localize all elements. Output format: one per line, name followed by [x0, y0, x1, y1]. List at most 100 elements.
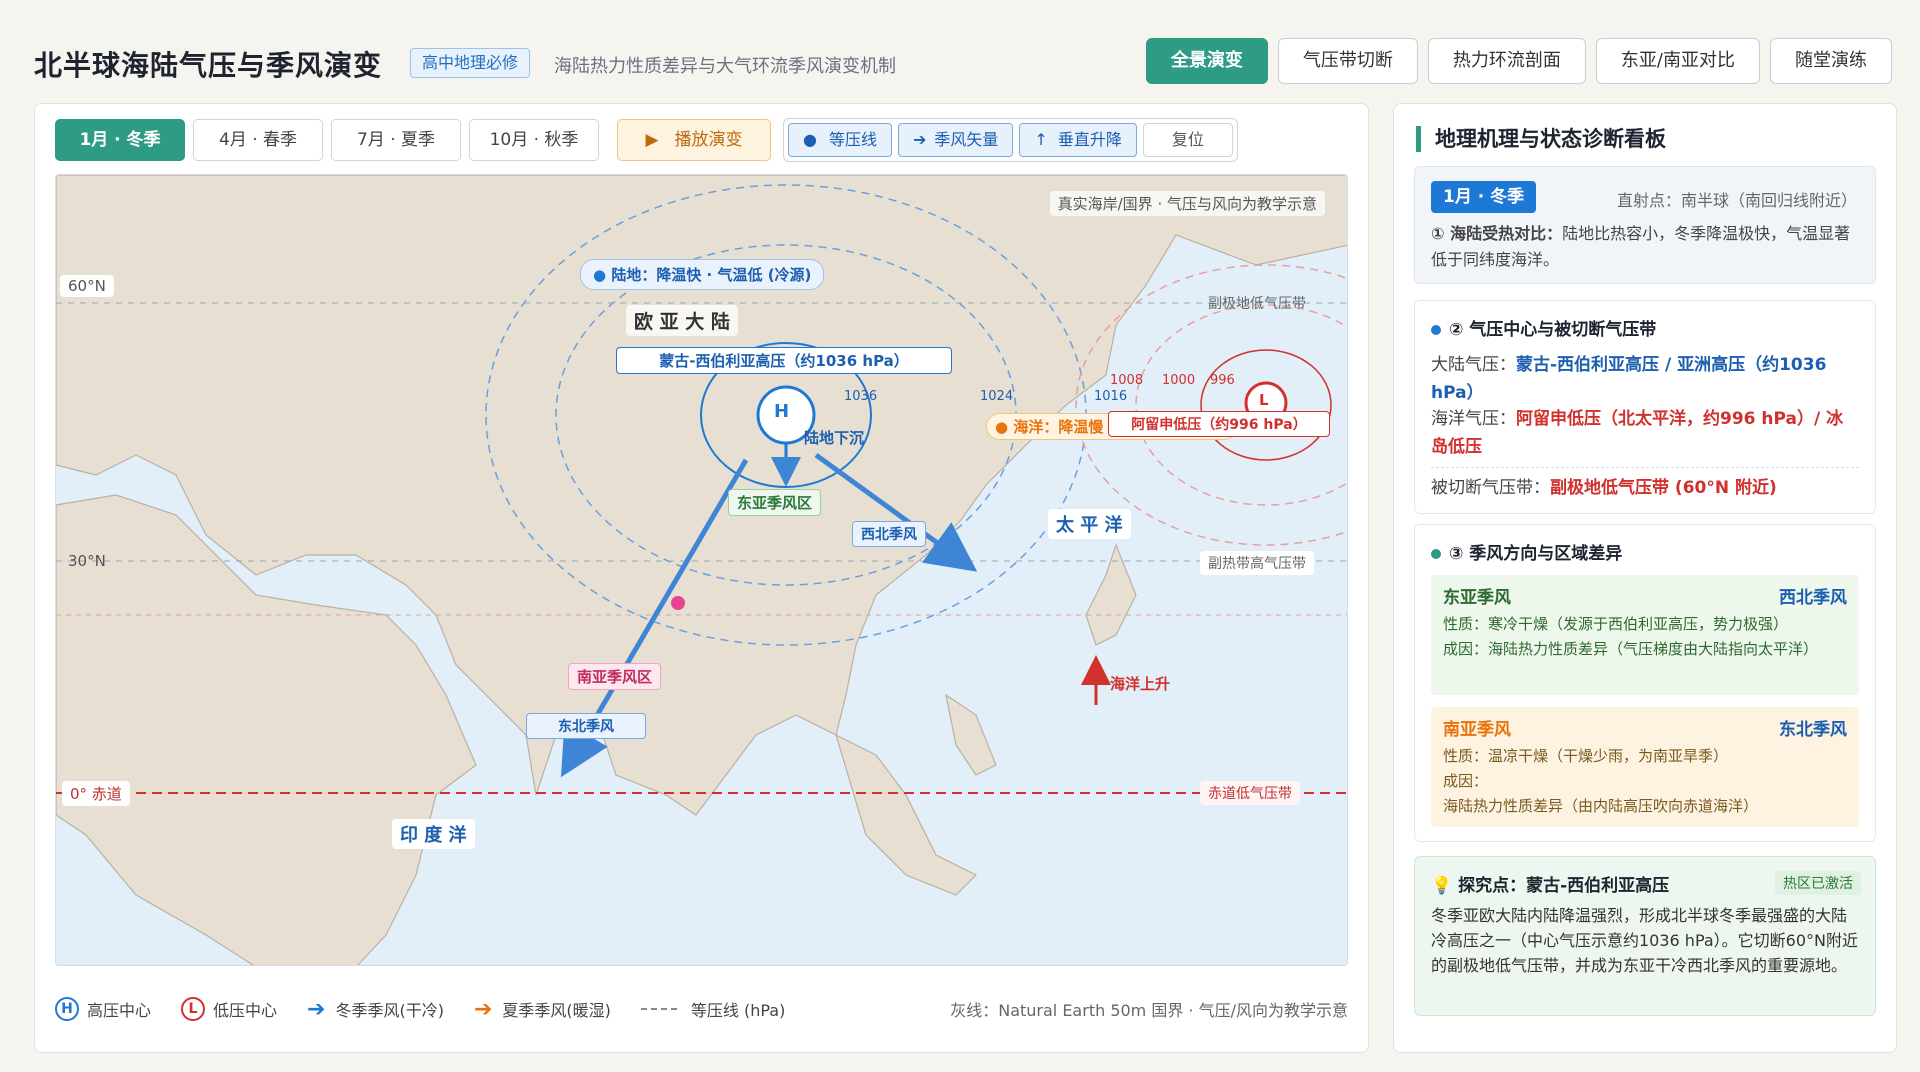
- legend-summer: ➔ 夏季季风(暖湿): [474, 997, 611, 1022]
- ocean-rise-label: 海洋上升: [1110, 675, 1171, 693]
- legend-note: 灰线：Natural Earth 50m 国界 · 气压/风向为教学示意: [950, 1001, 1348, 1020]
- land-tag-text: 陆地：降温快 · 气温低 (冷源): [611, 266, 812, 284]
- tab-ea-sa-compare[interactable]: 东亚/南亚对比: [1595, 38, 1760, 84]
- ea-monsoon-zone: 东亚季风区: [728, 489, 822, 516]
- season-jan[interactable]: 1月 · 冬季: [55, 119, 185, 161]
- page-title: 北半球海陆气压与季风演变: [34, 49, 383, 82]
- sa-head: 南亚季风 东北季风: [1443, 715, 1847, 740]
- season-card: 1月 · 冬季 直射点：南半球（南回归线附近） ① 海陆受热对比：陆地比热容小，…: [1414, 166, 1876, 284]
- season-jul[interactable]: 7月 · 夏季: [331, 119, 461, 161]
- high-center-icon[interactable]: H: [774, 401, 789, 422]
- legend-low: L 低压中心: [181, 997, 277, 1021]
- map-legend: H 高压中心 L 低压中心 ➔ 冬季季风(干冷) ➔ 夏季季风(暖湿) 等压线 (hPa…: [55, 994, 1348, 1024]
- ea-name: 东亚季风: [1443, 588, 1511, 608]
- isobar-1036: 1036: [844, 389, 878, 404]
- diagnosis-panel: 地理机理与状态诊断看板 1月 · 冬季 直射点：南半球（南回归线附近） ① 海陆…: [1393, 103, 1897, 1053]
- low-pressure-label: 阿留申低压（约996 hPa）: [1108, 411, 1330, 437]
- sa-direction: 东北季风: [1779, 720, 1847, 740]
- inquiry-text: 冬季亚欧大陆内陆降温强烈，形成北半球冬季最强盛的大陆冷高压之一（中心气压示意约1…: [1431, 906, 1859, 975]
- play-button[interactable]: ▶ 播放演变: [617, 119, 771, 161]
- nw-wind-label: 西北季风: [852, 521, 926, 547]
- lightbulb-icon: 💡: [1431, 876, 1453, 896]
- map-note: 真实海岸/国界 · 气压与风向为教学示意: [1049, 191, 1325, 216]
- sa-nature: 性质：温凉干燥（干燥少雨，为南亚旱季）: [1443, 747, 1729, 765]
- toggle-wind-vectors[interactable]: ➔ 季风矢量: [897, 123, 1014, 157]
- sa-cause-detail: 海陆热力性质差异（由内陆高压吹向赤道海洋）: [1443, 797, 1759, 815]
- sa-cause: 成因：: [1443, 772, 1489, 790]
- tab-pressure-cut[interactable]: 气压带切断: [1277, 38, 1418, 84]
- legend-winter-label: 冬季季风(干冷): [335, 1001, 444, 1020]
- lat-60-label: 60°N: [60, 275, 114, 297]
- low-icon: L: [181, 997, 206, 1021]
- toggle-wind-label: 季风矢量: [934, 130, 999, 149]
- pressure-card: ② 气压中心与被切断气压带 大陆气压：蒙古-西伯利亚高压 / 亚洲高压（约103…: [1414, 300, 1876, 514]
- tab-quiz[interactable]: 随堂演练: [1770, 38, 1892, 84]
- land-tag: ● 陆地：降温快 · 气温低 (冷源): [580, 259, 825, 290]
- low-center-icon[interactable]: L: [1259, 391, 1269, 409]
- dot-icon: [1431, 325, 1441, 335]
- equatorial-belt-label: 赤道低气压带: [1200, 781, 1300, 805]
- tab-thermal-section[interactable]: 热力环流剖面: [1427, 38, 1586, 84]
- heating-contrast: ① 海陆受热对比：陆地比热容小，冬季降温极快，气温显著低于同纬度海洋。: [1431, 221, 1859, 273]
- sink-label: 陆地下沉: [804, 429, 865, 447]
- map-canvas: [56, 175, 1347, 965]
- blue-arrow-icon: ➔: [307, 996, 326, 1022]
- course-badge: 高中地理必修: [410, 48, 531, 78]
- cut-value: 副极地低气压带 (60°N 附近): [1550, 478, 1777, 498]
- side-title: 地理机理与状态诊断看板: [1416, 126, 1666, 152]
- legend-high-label: 高压中心: [87, 1001, 152, 1020]
- legend-winter: ➔ 冬季季风(干冷): [307, 997, 444, 1022]
- subsolar-point: 直射点：南半球（南回归线附近）: [1616, 191, 1857, 210]
- legend-summer-label: 夏季季风(暖湿): [502, 1001, 611, 1020]
- pacific-label: 太 平 洋: [1048, 509, 1131, 539]
- legend-high: H 高压中心: [55, 997, 151, 1021]
- land-key: 大陆气压：: [1431, 355, 1516, 375]
- isobar-996: 996: [1210, 373, 1235, 388]
- isobar-1008: 1008: [1110, 373, 1144, 388]
- toggle-vertical[interactable]: ↑ 垂直升降: [1019, 123, 1137, 157]
- dot-icon: ●: [995, 418, 1009, 436]
- hotspot-badge: 热区已激活: [1775, 871, 1861, 895]
- monsoon-card: ③ 季风方向与区域差异 东亚季风 西北季风 性质：寒冷干燥（发源于西伯利亚高压，势…: [1414, 524, 1876, 842]
- play-label: 播放演变: [674, 130, 743, 150]
- ea-head: 东亚季风 西北季风: [1443, 583, 1847, 608]
- indian-ocean-label: 印 度 洋: [392, 819, 475, 849]
- equator-label: 0° 赤道: [62, 781, 130, 806]
- toggle-vertical-label: 垂直升降: [1057, 130, 1122, 149]
- continent-label: 欧 亚 大 陆: [626, 305, 738, 336]
- ea-cause: 成因：海陆热力性质差异（气压梯度由大陆指向太平洋）: [1443, 640, 1819, 658]
- inquiry-heading: 💡 探究点：蒙古-西伯利亚高压: [1431, 871, 1669, 896]
- pressure-land: 大陆气压：蒙古-西伯利亚高压 / 亚洲高压（约1036 hPa）: [1431, 351, 1859, 407]
- season-apr[interactable]: 4月 · 春季: [193, 119, 323, 161]
- monsoon-heading: ③ 季风方向与区域差异: [1431, 539, 1622, 564]
- top-nav: 全景演变 气压带切断 热力环流剖面 东亚/南亚对比 随堂演练: [1145, 38, 1892, 84]
- season-pill: 1月 · 冬季: [1431, 181, 1537, 213]
- monsoon-map[interactable]: 真实海岸/国界 · 气压与风向为教学示意 60°N 30°N 0° 赤道 ● 陆…: [55, 174, 1348, 966]
- toggle-isobars-label: 等压线: [828, 130, 877, 149]
- header: 北半球海陆气压与季风演变 高中地理必修 海陆热力性质差异与大气环流季风演变机制 …: [34, 38, 1892, 88]
- season-oct[interactable]: 10月 · 秋季: [469, 119, 599, 161]
- legend-low-label: 低压中心: [213, 1001, 278, 1020]
- lat-30-label: 30°N: [68, 552, 106, 570]
- toggle-isobars[interactable]: ● 等压线: [788, 123, 892, 157]
- reset-button[interactable]: 复位: [1142, 123, 1233, 157]
- ne-wind-label: 东北季风: [526, 713, 646, 739]
- sea-key: 海洋气压：: [1431, 409, 1516, 429]
- pressure-heading: ② 气压中心与被切断气压带: [1431, 315, 1656, 340]
- sa-monsoon-zone: 南亚季风区: [568, 663, 662, 690]
- high-icon: H: [55, 997, 79, 1021]
- pressure-heading-text: ② 气压中心与被切断气压带: [1449, 320, 1657, 340]
- pressure-cut: 被切断气压带：副极地低气压带 (60°N 附近): [1431, 475, 1859, 501]
- inquiry-card: 💡 探究点：蒙古-西伯利亚高压 热区已激活 冬季亚欧大陆内陆降温强烈，形成北半球…: [1414, 856, 1876, 1016]
- high-pressure-label: 蒙古-西伯利亚高压（约1036 hPa）: [616, 347, 952, 374]
- dot-icon: ●: [593, 266, 607, 284]
- subtropical-belt-label: 副热带高气压带: [1200, 551, 1314, 575]
- heating-contrast-label: ① 海陆受热对比：: [1431, 224, 1563, 243]
- ea-nature: 性质：寒冷干燥（发源于西伯利亚高压，势力极强）: [1443, 615, 1789, 633]
- isobar-1000: 1000: [1162, 373, 1196, 388]
- isobar-1024: 1024: [980, 389, 1014, 404]
- legend-isobar-label: 等压线 (hPa): [690, 1001, 786, 1020]
- dot-icon: [1431, 549, 1441, 559]
- tab-panorama[interactable]: 全景演变: [1145, 38, 1268, 84]
- arrow-right-icon: ➔: [912, 130, 927, 149]
